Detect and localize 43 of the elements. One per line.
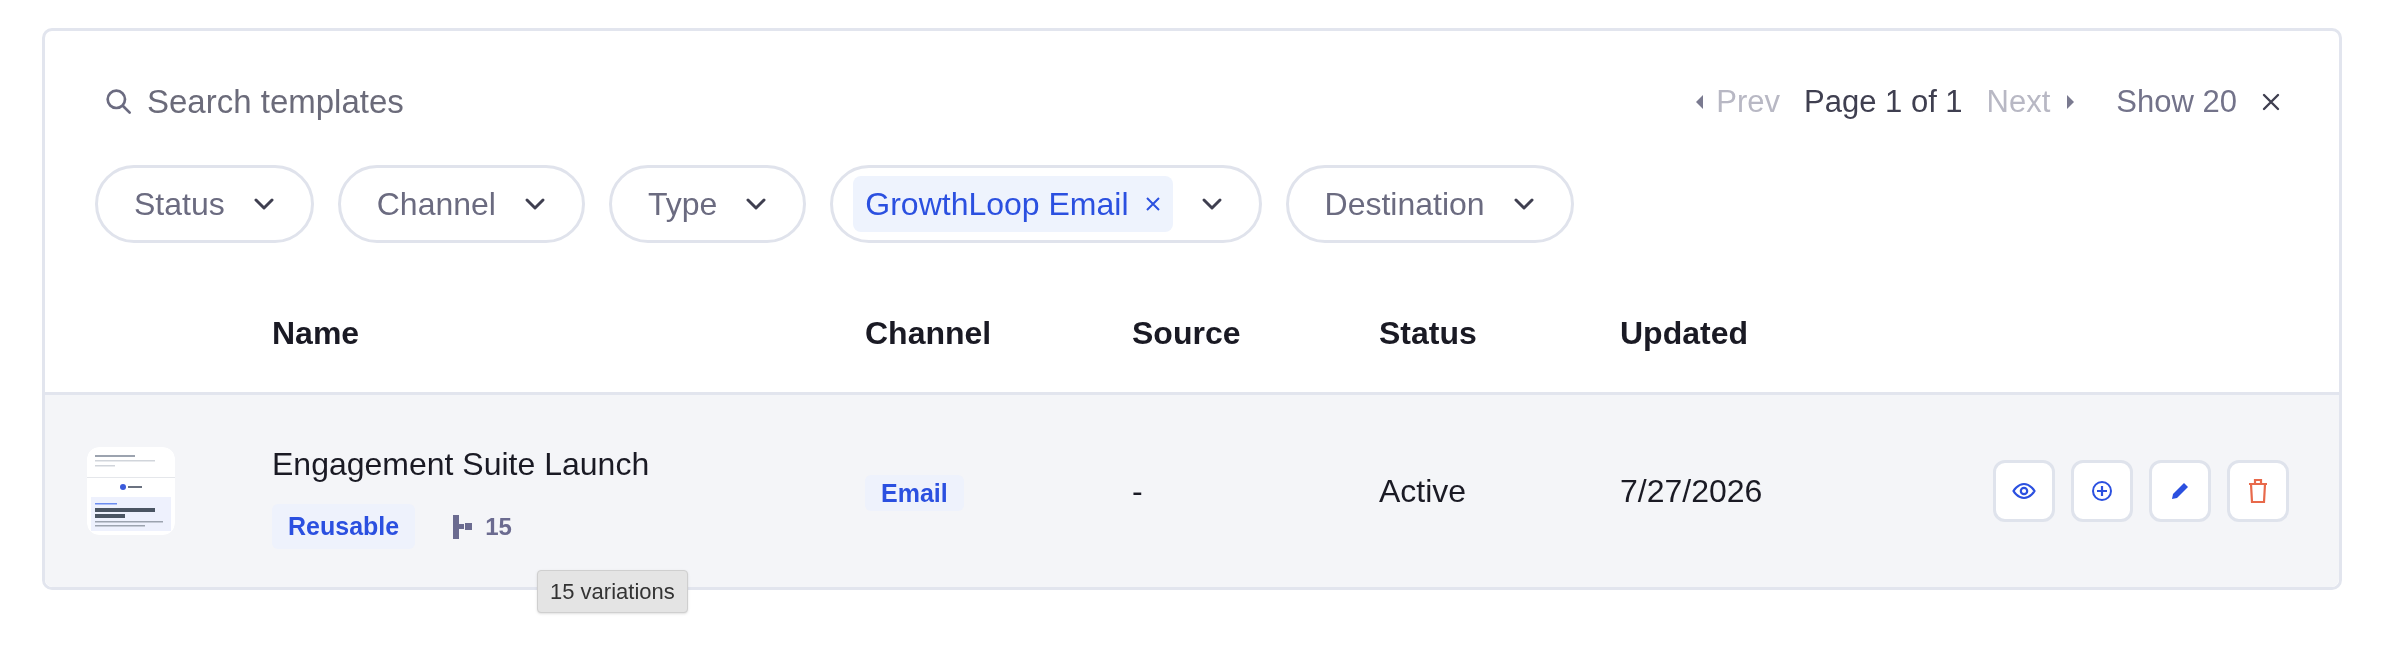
remove-icon[interactable] xyxy=(1144,195,1161,212)
tooltip: 15 variations xyxy=(537,570,688,613)
page-indicator: Page 1 of 1 xyxy=(1804,82,1963,121)
chevron-down-icon xyxy=(252,196,275,211)
status-cell: Active xyxy=(1379,472,1467,509)
filter-chip: GrowthLoop Email xyxy=(853,175,1173,232)
filter-label: Channel xyxy=(376,184,496,224)
filter-dropdown[interactable]: Status xyxy=(95,164,314,243)
chevron-down-icon xyxy=(1512,196,1535,211)
close-button[interactable] xyxy=(2261,91,2281,112)
filter-dropdown[interactable]: Channel xyxy=(337,164,585,243)
column-header: Source xyxy=(1132,315,1241,351)
caret-right-icon xyxy=(2066,93,2077,110)
filter-dropdown[interactable]: Type xyxy=(608,164,807,243)
filter-dropdown[interactable]: Destination xyxy=(1285,164,1574,243)
delete-button[interactable] xyxy=(2227,459,2289,522)
chevron-down-icon xyxy=(1200,196,1223,211)
column-header: Status xyxy=(1379,315,1477,351)
channel-tag: Email xyxy=(865,474,964,511)
column-header: Updated xyxy=(1620,315,1748,351)
close-icon xyxy=(2261,91,2281,112)
branch-icon xyxy=(451,513,474,540)
page-size-button[interactable]: Show 20 xyxy=(2116,78,2237,125)
trash-icon xyxy=(2247,477,2269,504)
edit-button[interactable] xyxy=(2149,459,2211,522)
updated-cell: 7/27/2026 xyxy=(1620,472,1763,509)
column-header: Name xyxy=(272,315,360,351)
filter-dropdown[interactable]: GrowthLoop Email xyxy=(830,164,1262,243)
filter-label: Type xyxy=(647,184,718,224)
filter-label: Destination xyxy=(1324,184,1485,224)
add-button[interactable] xyxy=(2071,459,2133,522)
reusable-tag: Reusable xyxy=(272,503,416,550)
template-name: Engagement Suite Launch xyxy=(272,444,651,484)
chevron-down-icon xyxy=(745,196,768,211)
view-button[interactable] xyxy=(1993,459,2055,522)
column-header: Channel xyxy=(865,315,992,351)
chevron-down-icon xyxy=(523,196,546,211)
plus-circle-icon xyxy=(2091,479,2113,502)
filter-label: Status xyxy=(134,184,225,224)
variations-count: 15 xyxy=(439,504,524,549)
search-field[interactable]: Search templates xyxy=(147,77,667,127)
source-cell: - xyxy=(1132,472,1143,509)
caret-left-icon xyxy=(1694,93,1705,110)
